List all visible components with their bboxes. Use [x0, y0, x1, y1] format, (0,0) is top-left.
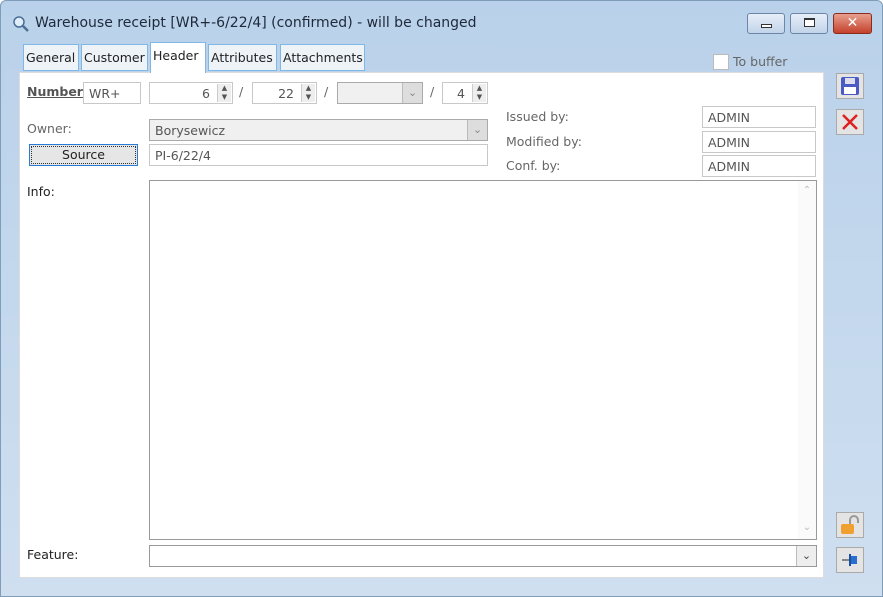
number-part2-spinner[interactable]: 22 ▲ ▼ — [252, 82, 317, 104]
close-window-button[interactable]: ✕ — [833, 13, 872, 34]
conf-by-field: ADMIN — [702, 155, 816, 177]
chevron-down-icon[interactable]: ⌄ — [402, 83, 422, 103]
owner-label: Owner: — [27, 121, 72, 136]
to-buffer-checkbox[interactable] — [713, 54, 729, 70]
save-icon — [841, 77, 859, 95]
number-part1-spinner[interactable]: 6 ▲ ▼ — [149, 82, 233, 104]
owner-combo[interactable]: Borysewicz ⌄ — [149, 119, 488, 141]
save-button[interactable] — [836, 73, 864, 99]
number-series-field[interactable]: WR+ — [83, 82, 141, 104]
source-button[interactable]: Source — [29, 144, 138, 166]
tab-attributes[interactable]: Attributes — [208, 44, 277, 71]
to-buffer-label: To buffer — [733, 54, 788, 69]
slash: / — [239, 84, 244, 99]
modified-by-field: ADMIN — [702, 131, 816, 153]
tab-customer[interactable]: Customer — [81, 44, 148, 71]
info-textarea[interactable]: ⌃ ⌄ — [149, 180, 817, 540]
feature-combo[interactable]: ⌄ — [149, 545, 817, 567]
close-icon — [842, 114, 858, 130]
issued-by-field: ADMIN — [702, 106, 816, 128]
feature-label: Feature: — [27, 547, 79, 562]
scroll-up-icon[interactable]: ⌃ — [798, 185, 816, 196]
tab-general[interactable]: General — [23, 44, 79, 71]
source-field[interactable]: PI-6/22/4 — [149, 144, 488, 166]
tab-header[interactable]: Header — [150, 42, 206, 73]
slash: / — [430, 84, 435, 99]
maximize-button[interactable] — [790, 13, 828, 34]
cancel-button[interactable] — [836, 109, 864, 135]
issued-by-label: Issued by: — [506, 109, 569, 124]
magnifier-icon — [13, 16, 29, 32]
minimize-button[interactable] — [747, 13, 785, 34]
unlock-icon — [841, 515, 859, 534]
number-part3-combo[interactable]: ⌄ — [337, 82, 423, 104]
scrollbar[interactable]: ⌃ ⌄ — [798, 181, 816, 539]
lock-button[interactable] — [836, 512, 864, 538]
pin-icon — [842, 554, 857, 566]
modified-by-label: Modified by: — [506, 134, 582, 149]
slash: / — [324, 84, 329, 99]
tab-attachments[interactable]: Attachments — [280, 44, 365, 71]
window-title: Warehouse receipt [WR+-6/22/4] (confirme… — [35, 15, 477, 31]
info-label: Info: — [27, 184, 55, 199]
scroll-down-icon[interactable]: ⌄ — [798, 522, 816, 533]
chevron-down-icon[interactable]: ⌄ — [467, 120, 487, 140]
conf-by-label: Conf. by: — [506, 158, 561, 173]
spinner-arrows-icon[interactable]: ▲ ▼ — [217, 84, 231, 102]
spinner-arrows-icon[interactable]: ▲ ▼ — [472, 84, 486, 102]
window: Warehouse receipt [WR+-6/22/4] (confirme… — [0, 0, 883, 597]
chevron-down-icon[interactable]: ⌄ — [796, 546, 816, 566]
pin-button[interactable] — [836, 547, 864, 573]
number-part4-spinner[interactable]: 4 ▲ ▼ — [442, 82, 488, 104]
number-label: Number — [27, 84, 83, 99]
spinner-arrows-icon[interactable]: ▲ ▼ — [301, 84, 315, 102]
